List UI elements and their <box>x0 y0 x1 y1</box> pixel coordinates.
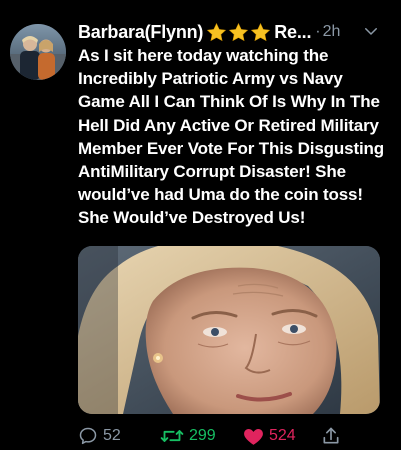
avatar-image <box>10 24 66 80</box>
tweet-text: As I sit here today watching the Incredi… <box>78 46 385 228</box>
avatar[interactable] <box>10 24 66 80</box>
tweet-actions: 52 299 524 <box>78 424 378 448</box>
reply-count: 52 <box>103 427 121 444</box>
star-icon <box>251 22 271 41</box>
chevron-down-icon[interactable] <box>362 22 380 40</box>
portrait-photo <box>78 246 380 414</box>
author-name-truncated[interactable]: Re... <box>274 22 311 43</box>
reply-icon <box>79 427 97 445</box>
retweet-count: 299 <box>189 427 216 444</box>
star-icon <box>229 22 249 41</box>
tweet-header: Barbara(Flynn) Re... · 2h <box>78 20 388 44</box>
share-icon <box>323 427 339 444</box>
star-icon <box>207 22 227 41</box>
separator-dot: · <box>315 23 321 40</box>
heart-icon <box>244 429 263 445</box>
retweet-button[interactable]: 299 <box>160 424 216 448</box>
reply-button[interactable]: 52 <box>78 424 121 448</box>
tweet[interactable]: Barbara(Flynn) Re... · 2h As I sit here … <box>0 0 401 450</box>
like-count: 524 <box>269 427 296 444</box>
share-button[interactable] <box>321 424 341 448</box>
tweet-media-image[interactable] <box>78 246 380 414</box>
author-emoji-stars <box>206 22 272 43</box>
retweet-icon <box>160 430 184 442</box>
author-name[interactable]: Barbara(Flynn) <box>78 22 203 43</box>
like-button[interactable]: 524 <box>243 424 296 448</box>
timestamp[interactable]: 2h <box>323 23 341 41</box>
